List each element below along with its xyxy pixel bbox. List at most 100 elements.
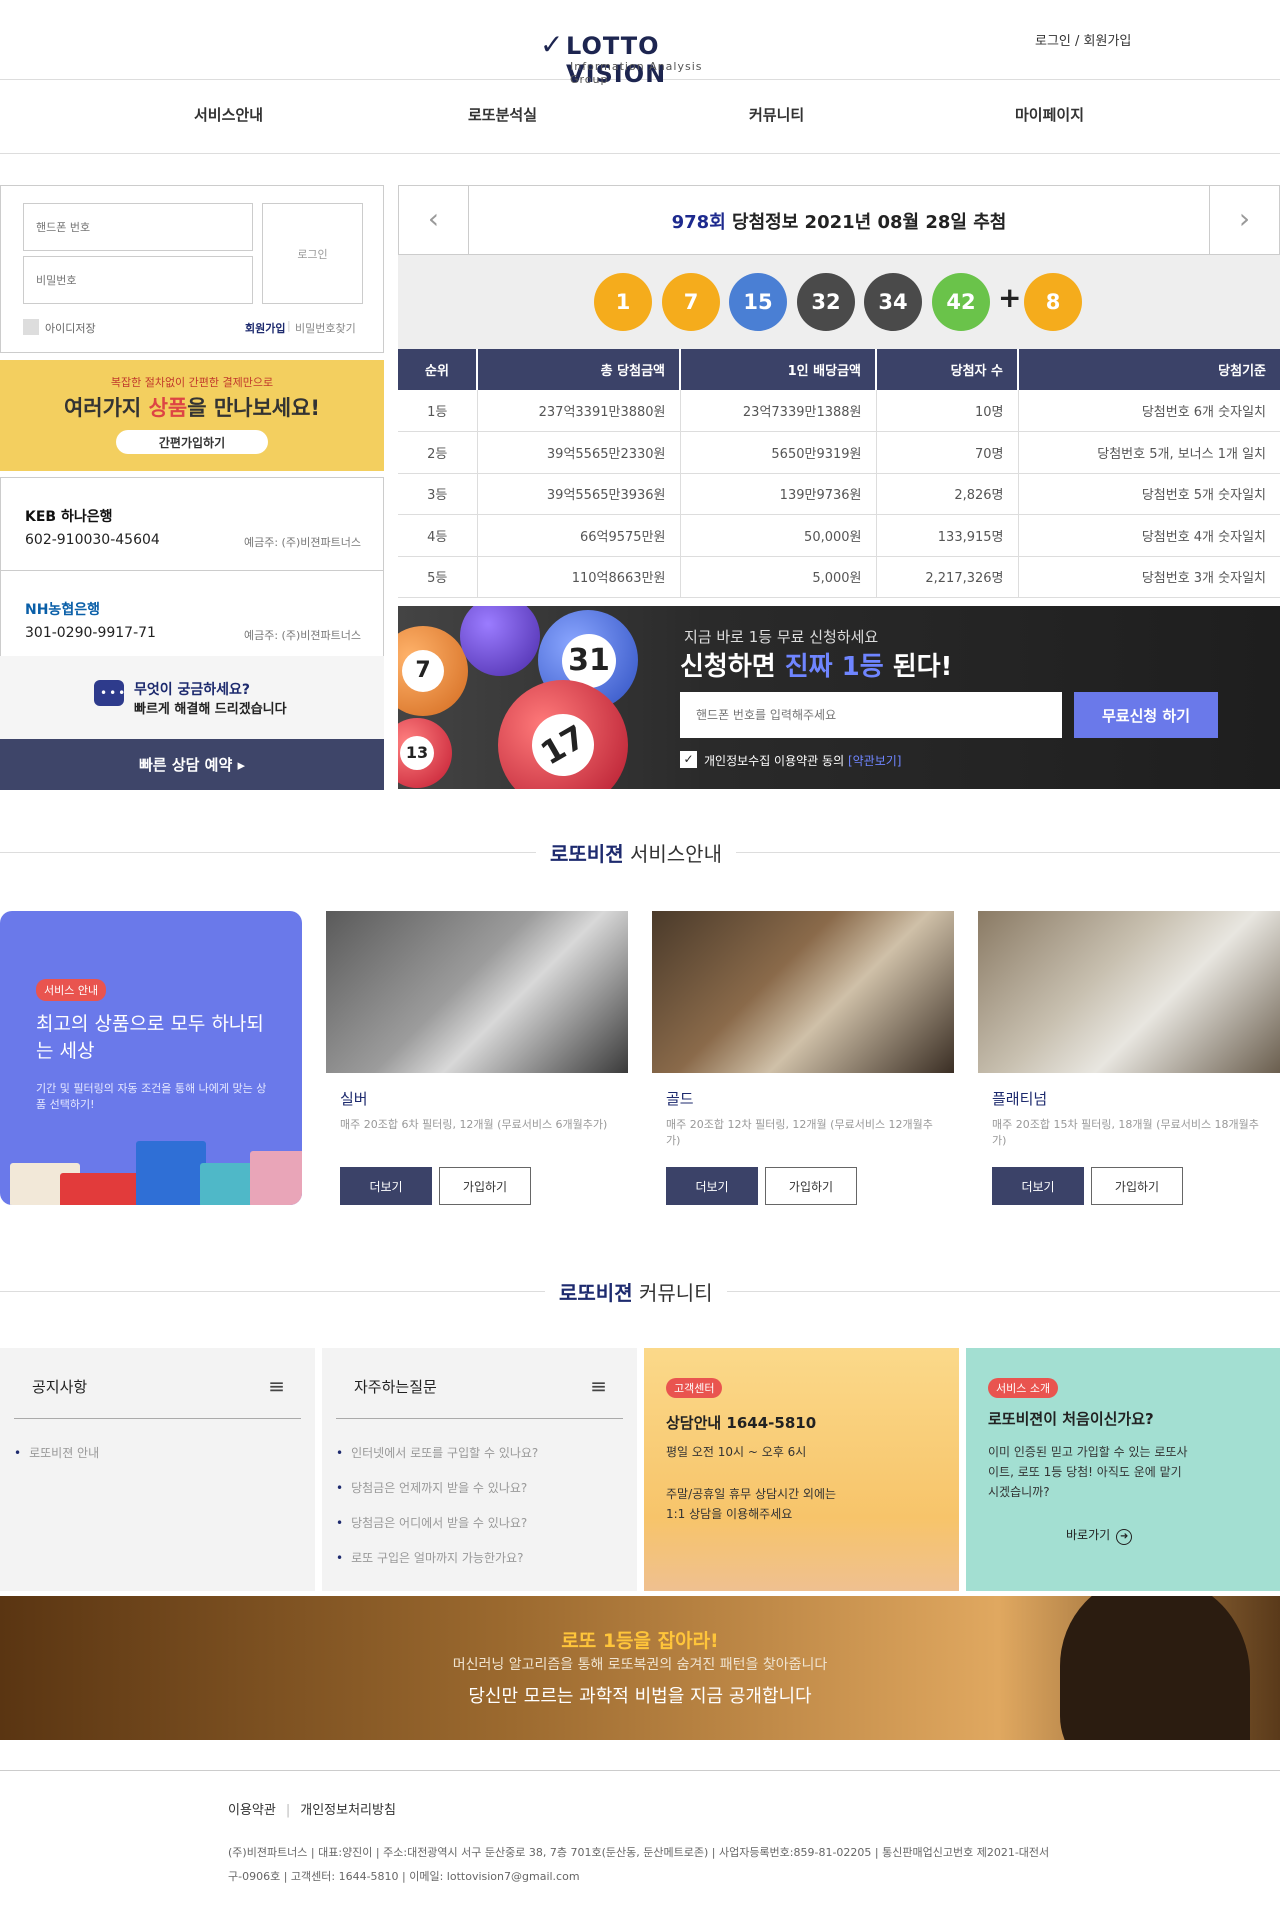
service-image	[326, 911, 628, 1073]
list-item[interactable]: 로또 구입은 얼마까지 가능한가요?	[336, 1549, 538, 1566]
nav-item-community[interactable]: 커뮤니티	[749, 104, 804, 125]
more-button[interactable]: 더보기	[340, 1167, 432, 1205]
ball-image	[460, 606, 540, 676]
apply-line1: 지금 바로 1등 무료 신청하세요	[684, 628, 879, 646]
go-label: 바로가기	[1066, 1528, 1111, 1542]
save-id-checkbox[interactable]	[23, 319, 39, 335]
menu-icon[interactable]: ≡	[590, 1374, 607, 1398]
qna-box: 자주하는질문 ≡ 인터넷에서 로또를 구입할 수 있나요? 당첨금은 언제까지 …	[322, 1348, 637, 1591]
go-button[interactable]: 바로가기 ➜	[1066, 1528, 1133, 1545]
save-id-label: 아이디저장	[45, 322, 96, 335]
service-intro-title: 최고의 상품으로 모두 하나되는 세상	[36, 1013, 264, 1062]
cell: 70명	[876, 431, 1019, 474]
phone-input[interactable]	[23, 203, 253, 251]
services-title-rest: 서비스안내	[623, 842, 722, 866]
join-button[interactable]: 가입하기	[765, 1167, 857, 1205]
cell: 10명	[876, 390, 1019, 432]
apply-text-c: 된다!	[883, 652, 953, 682]
apply-text-a: 신청하면	[680, 652, 785, 682]
header: ✓ LOTTO VISION Information Analysis Grou…	[0, 0, 1280, 88]
col-winners: 당첨자 수	[876, 349, 1019, 390]
table-row: 3등 39억5565만3936원 139만9736원 2,826명 당첨번호 5개 숫자…	[398, 473, 1280, 515]
catch-line1: 로또 1등을 잡아라!	[561, 1630, 719, 1652]
join-button[interactable]: 가입하기	[1091, 1167, 1183, 1205]
service-card-silver: 실버 매주 20조합 6차 필터링, 12개월 (무료서비스 6개월추가) 더보…	[326, 911, 628, 1205]
prev-round-button[interactable]: ‹	[399, 186, 469, 254]
table-row: 1등 237억3391만3880원 23억7339만1388원 10명 당첨번호 6개 …	[398, 390, 1280, 432]
agree-label: 개인정보수집 이용약관 동의 [약관보기]	[704, 752, 901, 769]
gift-box-icon	[60, 1173, 140, 1205]
faq-line2: 빠르게 해결해 드리겠습니다	[134, 702, 287, 717]
promo-text-highlight: 상품	[148, 396, 188, 420]
menu-icon[interactable]: ≡	[268, 1374, 285, 1398]
ball-number: 13	[400, 736, 434, 770]
terms-link[interactable]: 이용약관	[228, 1803, 276, 1818]
nav-item-analysis[interactable]: 로또분석실	[468, 104, 537, 125]
list-item[interactable]: 당첨금은 언제까지 받을 수 있나요?	[336, 1479, 538, 1496]
footer: 이용약관 | 개인정보처리방침 (주)비젼파트너스 | 대표:양진이 | 주소:대전…	[0, 1770, 1280, 1918]
service-intro-box: 서비스 소개 로또비젼이 처음이신가요? 이미 인증된 믿고 가입할 수 있는 …	[966, 1348, 1280, 1591]
quick-join-button[interactable]: 간편가입하기	[116, 430, 268, 454]
cell: 39억5565만3936원	[477, 473, 681, 515]
qna-list: 인터넷에서 로또를 구입할 수 있나요? 당첨금은 언제까지 받을 수 있나요?…	[336, 1444, 538, 1584]
notice-title[interactable]: 공지사항	[32, 1376, 87, 1397]
password-input[interactable]	[23, 256, 253, 304]
more-button[interactable]: 더보기	[666, 1167, 758, 1205]
privacy-link[interactable]: 개인정보처리방침	[300, 1803, 396, 1818]
apply-phone-input[interactable]	[680, 692, 1062, 738]
list-item[interactable]: 인터넷에서 로또를 구입할 수 있나요?	[336, 1444, 538, 1461]
link-divider: |	[287, 319, 291, 332]
intro-title: 로또비젼이 처음이신가요?	[988, 1410, 1154, 1428]
cell: 133,915명	[876, 514, 1019, 557]
round-date: 당첨정보 2021년 08월 28일 추첨	[732, 212, 1007, 233]
community-title: 로또비젼 커뮤니티	[545, 1277, 727, 1306]
notice-box: 공지사항 ≡ 로또비젼 안내	[0, 1348, 315, 1591]
ball-number: 7	[402, 650, 444, 692]
catch-line2: 머신러닝 알고리즘을 통해 로또복권의 숨겨진 패턴을 찾아줍니다	[452, 1657, 828, 1673]
nav-item-service[interactable]: 서비스안내	[194, 104, 263, 125]
service-name: 플래티넘	[992, 1090, 1048, 1108]
cell: 당첨번호 6개 숫자일치	[1018, 390, 1280, 432]
community-title-brand: 로또비젼	[559, 1281, 633, 1305]
promo-line1: 복잡한 절차없이 간편한 결제만으로	[110, 376, 274, 389]
ball-image: 13	[398, 718, 452, 788]
prize-table: 순위 총 당첨금액 1인 배당금액 당첨자 수 당첨기준 1등 237억3391만…	[398, 349, 1280, 598]
cell: 110억8663만원	[477, 556, 681, 598]
draw-header: ‹ 978회 당첨정보 2021년 08월 28일 추첨 ›	[398, 185, 1280, 255]
bank-holder: 예금주: (주)비젼파트너스	[244, 536, 361, 549]
intro-badge: 서비스 소개	[988, 1378, 1059, 1398]
nav-item-mypage[interactable]: 마이페이지	[1015, 104, 1084, 125]
service-desc: 매주 20조합 6차 필터링, 12개월 (무료서비스 6개월추가)	[340, 1118, 608, 1131]
qna-title[interactable]: 자주하는질문	[354, 1376, 437, 1397]
cell: 당첨번호 5개 숫자일치	[1018, 473, 1280, 515]
join-link[interactable]: 회원가입	[245, 320, 285, 336]
login-button[interactable]: 로그인	[262, 203, 363, 304]
bank-account-nh: NH농협은행 301-0290-9917-71 예금주: (주)비젼파트너스	[0, 570, 384, 664]
find-password-link[interactable]: 비밀번호찾기	[295, 320, 356, 336]
cell: 5등	[398, 556, 478, 598]
agree-checkbox[interactable]: ✓	[680, 751, 697, 768]
join-button[interactable]: 가입하기	[439, 1167, 531, 1205]
prize-table-head: 순위 총 당첨금액 1인 배당금액 당첨자 수 당첨기준	[398, 349, 1280, 390]
list-item[interactable]: 로또비젼 안내	[14, 1444, 99, 1461]
catch-banner: 로또 1등을 잡아라! 머신러닝 알고리즘을 통해 로또복권의 숨겨진 패턴을 …	[0, 1596, 1280, 1740]
service-desc: 매주 20조합 12차 필터링, 12개월 (무료서비스 12개월추가)	[666, 1118, 933, 1147]
quick-consult-button[interactable]: 빠른 상담 예약 ▸	[0, 739, 384, 790]
col-rank: 순위	[398, 349, 478, 390]
logo[interactable]: ✓ LOTTO VISION Information Analysis Grou…	[540, 8, 740, 88]
login-signup-link[interactable]: 로그인 / 회원가입	[1035, 30, 1131, 49]
bank-account-number: 301-0290-9917-71	[25, 625, 156, 641]
more-button[interactable]: 더보기	[992, 1167, 1084, 1205]
round-title: 978회 당첨정보 2021년 08월 28일 추첨	[469, 208, 1209, 234]
lotto-ball: 15	[729, 273, 787, 331]
winning-balls: 1 7 15 32 34 42 + 8	[398, 255, 1280, 349]
next-round-button[interactable]: ›	[1209, 186, 1279, 254]
free-apply-button[interactable]: 무료신청 하기	[1074, 692, 1218, 738]
footer-links: 이용약관 | 개인정보처리방침	[228, 1799, 396, 1818]
lotto-ball: 1	[594, 273, 652, 331]
view-terms-link[interactable]: [약관보기]	[848, 754, 902, 768]
logo-check-icon: ✓	[540, 28, 564, 61]
list-item[interactable]: 당첨금은 어디에서 받을 수 있나요?	[336, 1514, 538, 1531]
plus-sign: +	[998, 281, 1022, 314]
center-holiday: 주말/공휴일 휴무 상담시간 외에는 1:1 상담을 이용해주세요	[666, 1487, 837, 1521]
